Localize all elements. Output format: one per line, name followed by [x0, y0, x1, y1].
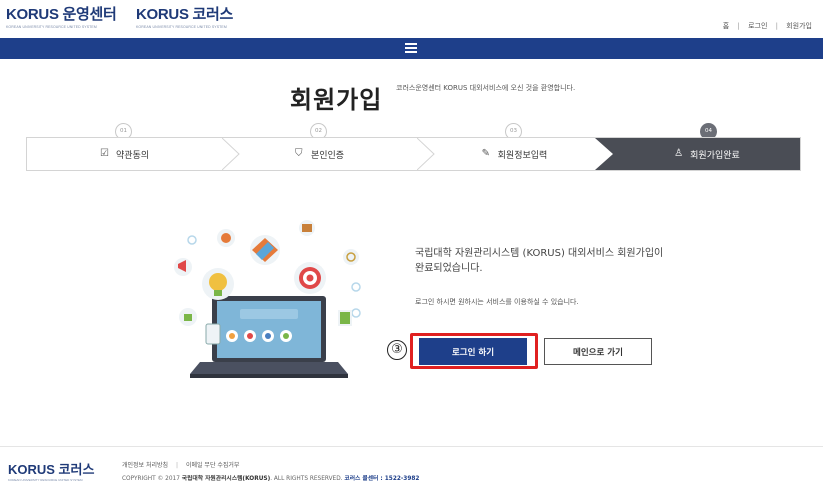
- signup-complete-illustration: [170, 210, 370, 400]
- user-icon: ♙: [674, 148, 684, 159]
- hamburger-menu-icon[interactable]: [405, 43, 417, 53]
- step-verification: ⛉ 본인인증: [222, 138, 417, 170]
- shield-check-icon: ⛉: [294, 148, 303, 159]
- home-link[interactable]: 홈: [723, 22, 729, 30]
- copyright-prefix: COPYRIGHT © 2017: [122, 476, 180, 482]
- step-terms: ☑ 약관동의: [27, 138, 222, 170]
- korus-center-logo[interactable]: KORUS 운영센터 KOREAN UNIVERSITY RESOURCE UN…: [6, 3, 117, 29]
- footer-logo-text: KORUS 코러스: [8, 462, 95, 477]
- copyright-org: 국립대학 자원관리시스템(KORUS): [181, 476, 271, 482]
- top-header: KORUS 운영센터 KOREAN UNIVERSITY RESOURCE UN…: [0, 0, 823, 38]
- separator: |: [737, 22, 740, 30]
- footer-logo: KORUS 코러스 KOREAN UNIVERSITY RESOURCE UNI…: [8, 459, 94, 482]
- footer-logo-subtext: KOREAN UNIVERSITY RESOURCE UNITED SYSTEM: [8, 478, 83, 482]
- logo-subtext: KOREAN UNIVERSITY RESOURCE UNITED SYSTEM: [6, 25, 97, 29]
- go-main-button[interactable]: 메인으로 가기: [544, 338, 652, 365]
- logo-text: KORUS 운영센터: [6, 6, 117, 23]
- main-nav-bar: [0, 38, 823, 59]
- step-label: 회원정보입력: [497, 150, 548, 161]
- copyright-rights: . ALL RIGHTS RESERVED.: [270, 476, 343, 482]
- page-subtitle: 코러스운영센터 KORUS 대외서비스에 오신 것을 환영합니다.: [396, 84, 576, 92]
- signup-steps: ☑ 약관동의 ⛉ 본인인증 ✎ 회원정보입력 ♙ 회원가입완료: [26, 137, 801, 171]
- footer-divider: [0, 446, 823, 447]
- step-label: 회원가입완료: [690, 150, 740, 161]
- completion-message: 국립대학 자원관리시스템 (KORUS) 대외서비스 회원가입이 완료되었습니다…: [415, 248, 664, 274]
- login-link[interactable]: 로그인: [748, 22, 767, 30]
- step-label: 약관동의: [115, 150, 150, 161]
- step-member-info: ✎ 회원정보입력: [417, 138, 612, 170]
- privacy-policy-link[interactable]: 개인정보 처리방침: [122, 462, 168, 469]
- copyright: COPYRIGHT © 2017 국립대학 자원관리시스템(KORUS). AL…: [122, 473, 419, 482]
- step-complete: ♙ 회원가입완료: [612, 138, 802, 170]
- callcenter-info: 코러스 콜센터 : 1522-3982: [344, 476, 420, 482]
- footer-links: 개인정보 처리방침 | 이메일 무단 수집거부: [122, 460, 239, 469]
- korus-logo[interactable]: KORUS 코러스 KOREAN UNIVERSITY RESOURCE UNI…: [136, 3, 233, 29]
- edit-icon: ✎: [481, 148, 491, 159]
- annotation-highlight-box: [410, 333, 538, 369]
- email-refusal-link[interactable]: 이메일 무단 수집거부: [186, 462, 240, 469]
- logo-text: KORUS 코러스: [136, 6, 234, 23]
- separator: |: [775, 22, 778, 30]
- separator: |: [176, 462, 179, 469]
- completion-sub-message: 로그인 하시면 원하시는 서비스를 이용하실 수 있습니다.: [415, 298, 579, 306]
- logo-subtext: KOREAN UNIVERSITY RESOURCE UNITED SYSTEM: [136, 25, 227, 29]
- page-title: 회원가입: [290, 86, 383, 114]
- top-links: 홈 | 로그인 | 회원가입: [723, 21, 812, 31]
- checkbox-icon: ☑: [99, 148, 109, 159]
- annotation-step-marker: ③: [387, 340, 407, 360]
- signup-link[interactable]: 회원가입: [786, 22, 812, 30]
- step-label: 본인인증: [310, 150, 345, 161]
